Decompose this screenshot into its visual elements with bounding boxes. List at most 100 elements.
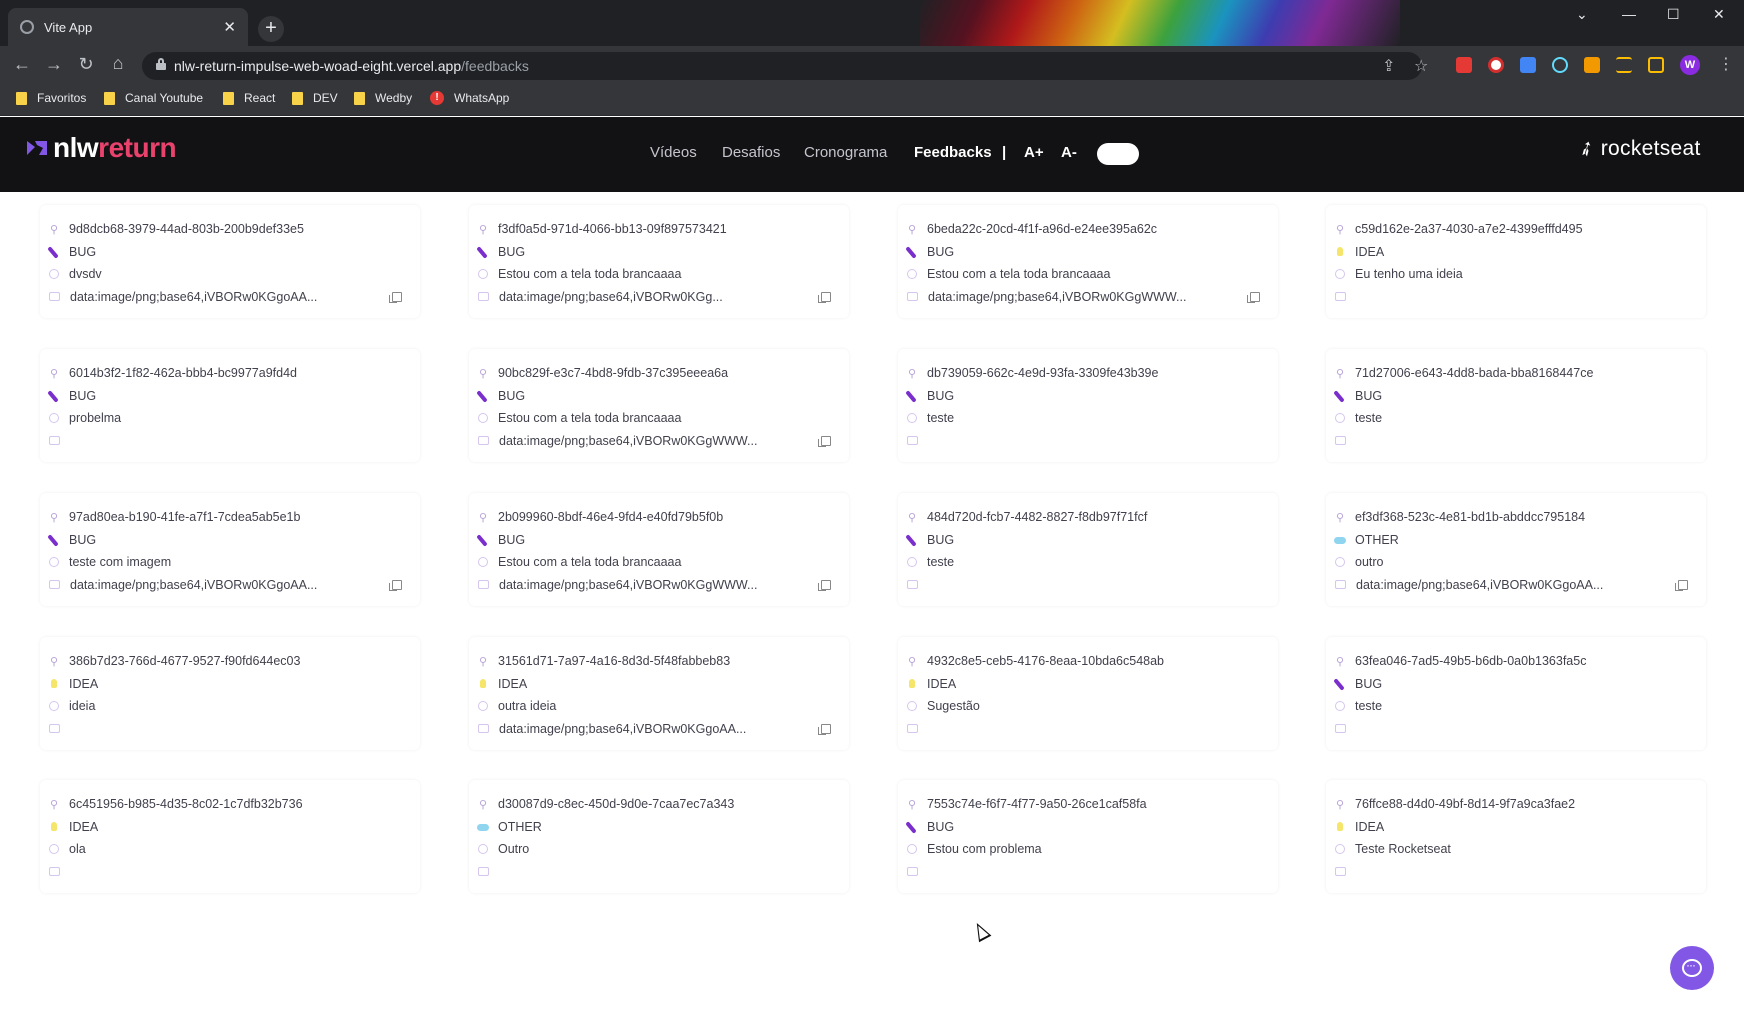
copy-icon[interactable] — [389, 291, 402, 303]
maximize-icon[interactable]: ☐ — [1667, 6, 1680, 23]
key-icon: ⚲ — [907, 798, 917, 811]
puzzle-icon[interactable] — [1584, 57, 1600, 73]
lock-icon[interactable] — [156, 58, 166, 70]
feedback-type: BUG — [69, 244, 97, 259]
bookmark-dev[interactable]: DEV — [292, 91, 338, 105]
bookmark-star-icon[interactable]: ☆ — [1414, 56, 1428, 76]
reading-list-icon[interactable] — [1616, 57, 1632, 73]
browser-tab[interactable]: Vite App ✕ — [8, 8, 248, 46]
bug-type-icon — [1334, 678, 1346, 690]
bookmark-favoritos[interactable]: Favoritos — [16, 91, 86, 105]
forward-icon[interactable]: → — [42, 54, 66, 75]
side-panel-icon[interactable] — [1648, 57, 1664, 73]
copy-icon[interactable] — [818, 291, 831, 303]
copy-icon[interactable] — [818, 435, 831, 447]
comment-icon — [478, 269, 488, 280]
share-icon[interactable]: ⇪ — [1382, 56, 1395, 76]
feedback-id: d30087d9-c8ec-450d-9d0e-7caa7ec7a343 — [498, 797, 735, 812]
copy-icon[interactable] — [818, 579, 831, 591]
nav-videos[interactable]: Vídeos — [650, 144, 697, 161]
tab-search-icon[interactable]: ⌄ — [1576, 6, 1588, 23]
translate-icon[interactable] — [1520, 57, 1536, 73]
feedback-id-row: ⚲ 90bc829f-e3c7-4bd8-9fdb-37c395eeea6a — [477, 362, 849, 385]
extension-block-icon[interactable] — [1488, 57, 1504, 73]
bookmark-react[interactable]: React — [223, 91, 275, 105]
idea-type-icon — [477, 678, 489, 690]
font-decrease-button[interactable]: A- — [1061, 144, 1077, 161]
feedback-comment-row: outro — [1334, 551, 1706, 574]
feedback-type-row: BUG — [906, 816, 1278, 839]
feedback-type-row: IDEA — [1334, 241, 1706, 264]
feedback-comment-row: Estou com a tela toda brancaaaa — [477, 263, 849, 286]
new-tab-button[interactable]: + — [258, 16, 284, 42]
feedback-id: 6014b3f2-1f82-462a-bbb4-bc9977a9fd4d — [69, 366, 297, 381]
react-devtools-icon[interactable] — [1552, 57, 1568, 73]
nav-feedbacks[interactable]: Feedbacks — [914, 144, 992, 161]
feedback-widget-button[interactable] — [1670, 946, 1714, 990]
feedback-id: 9d8dcb68-3979-44ad-803b-200b9def33e5 — [69, 222, 304, 237]
feedback-screenshot-row — [1334, 430, 1706, 453]
bookmark-whatsapp[interactable]: ! WhatsApp — [430, 91, 509, 105]
key-icon: ⚲ — [907, 655, 917, 668]
camera-icon — [907, 867, 918, 877]
feedback-type-row: BUG — [1334, 673, 1706, 696]
comment-icon — [1335, 844, 1345, 855]
feedback-type: BUG — [69, 532, 97, 547]
feedback-type: IDEA — [1355, 819, 1385, 834]
back-icon[interactable]: ← — [10, 54, 34, 75]
bookmark-wedby[interactable]: Wedby — [354, 91, 412, 105]
feedback-type-row: OTHER — [477, 816, 849, 839]
close-tab-icon[interactable]: ✕ — [223, 18, 236, 36]
key-icon: ⚲ — [1335, 511, 1345, 524]
copy-icon[interactable] — [1675, 579, 1688, 591]
feedback-screenshot-row: data:image/png;base64,iVBORw0KGg... — [477, 286, 849, 309]
feedback-card: ⚲ 6014b3f2-1f82-462a-bbb4-bc9977a9fd4d BUG… — [40, 349, 420, 462]
nav-cronograma[interactable]: Cronograma — [804, 144, 887, 161]
feedback-id: 76ffce88-d4d0-49bf-8d14-9f7a9ca3fae2 — [1355, 797, 1576, 812]
feedback-card: ⚲ 6c451956-b985-4d35-8c02-1c7dfb32b736 IDE… — [40, 780, 420, 893]
feedback-id-row: ⚲ 386b7d23-766d-4677-9527-f90fd644ec03 — [48, 650, 420, 673]
feedback-card: ⚲ 76ffce88-d4d0-49bf-8d14-9f7a9ca3fae2 IDE… — [1326, 780, 1706, 893]
feedback-comment-row: probelma — [48, 407, 420, 430]
extension-shield-icon[interactable] — [1456, 57, 1472, 73]
comment-icon — [907, 269, 917, 280]
reload-icon[interactable]: ↻ — [74, 54, 98, 75]
copy-icon[interactable] — [389, 579, 402, 591]
key-icon: ⚲ — [478, 655, 488, 668]
minimize-icon[interactable]: — — [1622, 6, 1636, 22]
idea-type-icon — [48, 821, 60, 833]
feedback-id: 90bc829f-e3c7-4bd8-9fdb-37c395eeea6a — [498, 366, 729, 381]
feedback-screenshot-row — [906, 430, 1278, 453]
camera-icon — [478, 867, 489, 877]
comment-icon — [49, 844, 59, 855]
font-increase-button[interactable]: A+ — [1024, 144, 1044, 161]
feedback-card: ⚲ c59d162e-2a37-4030-a7e2-4399efffd495 IDE… — [1326, 205, 1706, 318]
nav-desafios[interactable]: Desafios — [722, 144, 780, 161]
bookmark-canal-youtube[interactable]: Canal Youtube — [104, 91, 203, 105]
copy-icon[interactable] — [1247, 291, 1260, 303]
key-icon: ⚲ — [478, 223, 488, 236]
other-type-icon — [1334, 534, 1346, 546]
feedback-id-row: ⚲ 7553c74e-f6f7-4f77-9a50-26ce1caf58fa — [906, 793, 1278, 816]
url-text[interactable]: nlw-return-impulse-web-woad-eight.vercel… — [174, 58, 529, 74]
comment-icon — [1335, 269, 1345, 280]
feedback-comment: Outro — [498, 842, 530, 857]
nlw-return-logo[interactable]: nlw return — [25, 132, 177, 164]
feedback-comment-row: Estou com a tela toda brancaaaa — [477, 407, 849, 430]
feedback-comment-row: Sugestão — [906, 695, 1278, 718]
profile-avatar[interactable]: W — [1680, 55, 1700, 75]
key-icon: ⚲ — [907, 367, 917, 380]
feedback-screenshot: data:image/png;base64,iVBORw0KGgoAA... — [1356, 577, 1604, 592]
feedback-screenshot-row — [48, 861, 420, 884]
close-window-icon[interactable]: ✕ — [1713, 6, 1725, 23]
home-icon[interactable]: ⌂ — [106, 53, 130, 74]
rocketseat-logo[interactable]: ➶ rocketseat — [1574, 135, 1701, 162]
feedback-screenshot-row — [1334, 861, 1706, 884]
theme-toggle[interactable] — [1097, 143, 1139, 165]
other-type-icon — [477, 821, 489, 833]
camera-icon — [478, 580, 489, 590]
menu-kebab-icon[interactable]: ⋮ — [1718, 54, 1734, 74]
feedback-type: OTHER — [1355, 532, 1399, 547]
feedback-comment-row: ola — [48, 838, 420, 861]
copy-icon[interactable] — [818, 723, 831, 735]
